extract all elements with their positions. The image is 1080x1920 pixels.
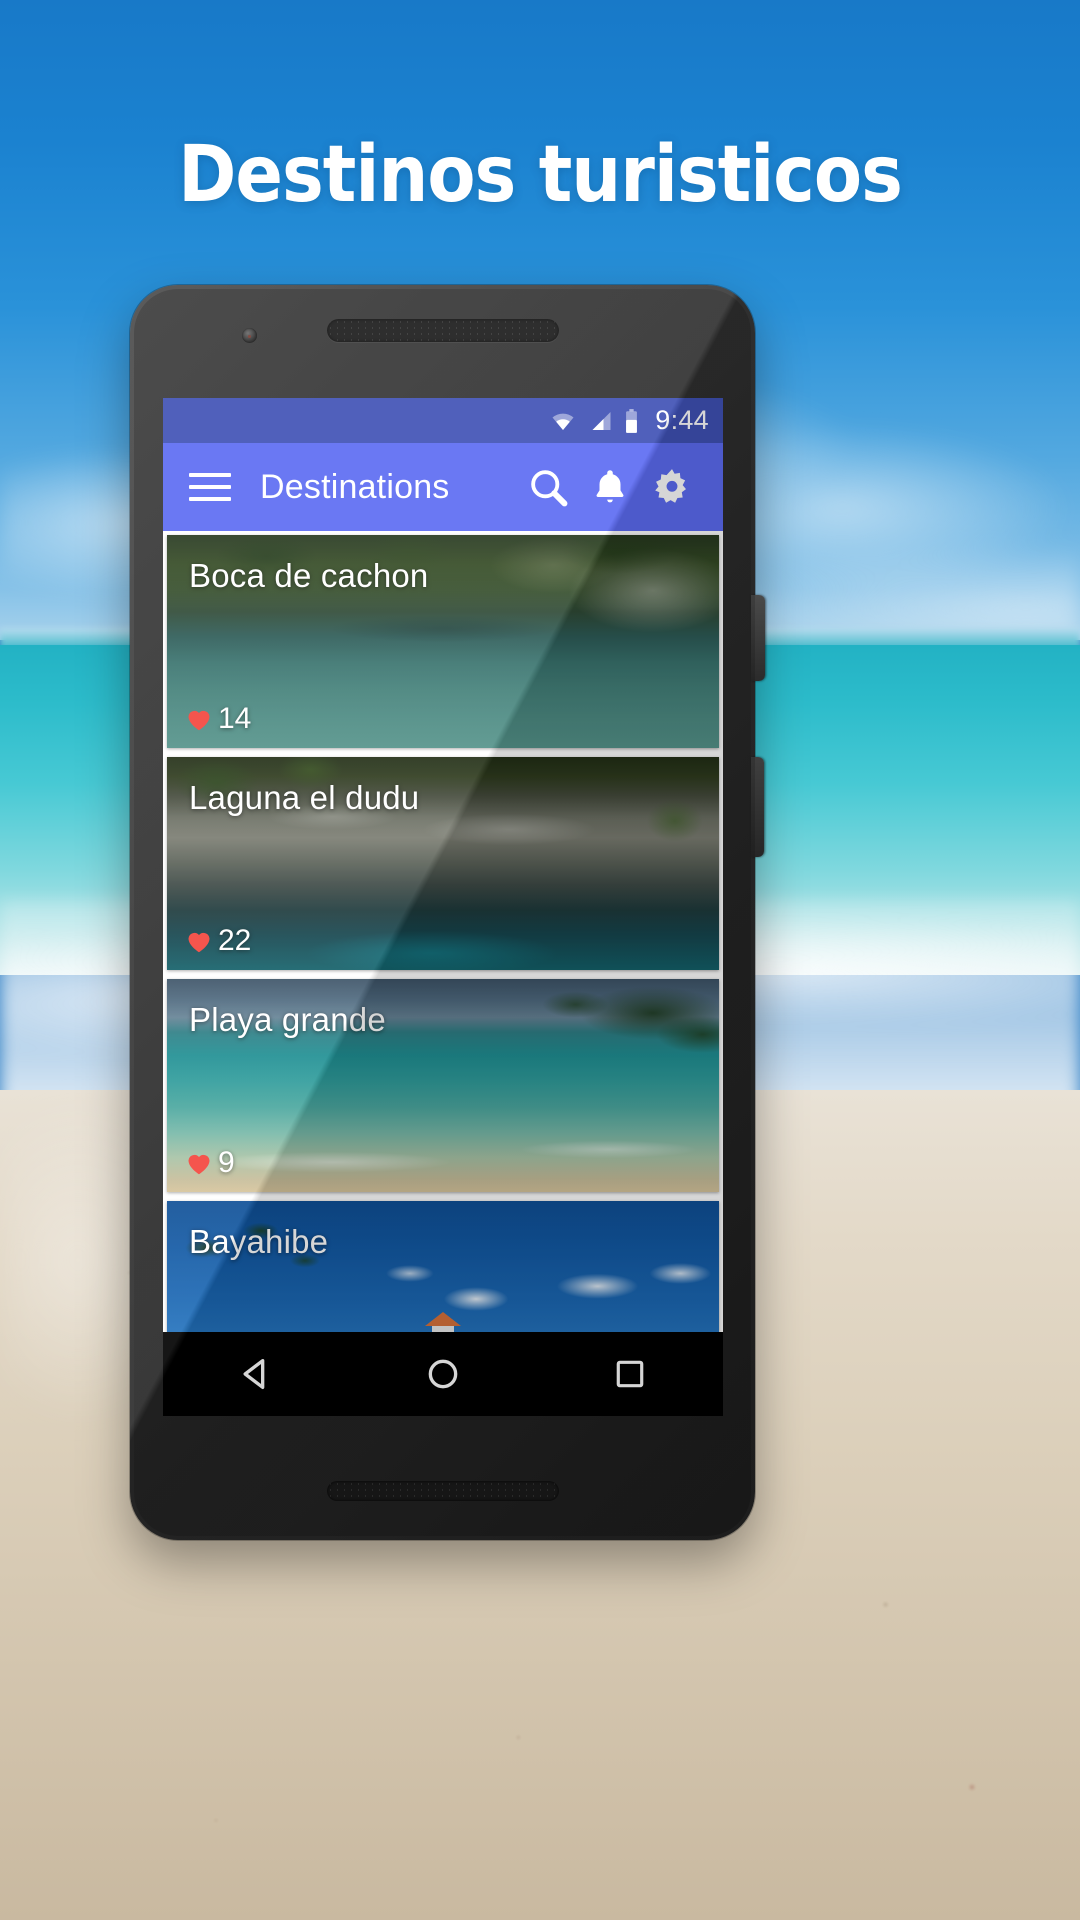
hamburger-menu-icon[interactable]: [187, 469, 233, 505]
app-bar: Destinations: [163, 443, 723, 531]
menu-line: [189, 497, 231, 501]
heart-icon[interactable]: [184, 926, 214, 956]
phone-screen: 9:44 Destinations Boca de cachon 14 Lagu…: [163, 398, 723, 1416]
search-icon[interactable]: [517, 456, 579, 518]
page-title: Destinos turisticos: [178, 130, 903, 220]
destination-title: Bayahibe: [189, 1223, 329, 1260]
phone-mockup: 9:44 Destinations Boca de cachon 14 Lagu…: [130, 285, 765, 1540]
home-circle-icon[interactable]: [398, 1344, 488, 1404]
heart-icon[interactable]: [184, 704, 214, 734]
destination-card[interactable]: Playa grande 9: [167, 979, 719, 1192]
bottom-speaker: [327, 1481, 559, 1501]
front-camera-icon: [242, 328, 257, 343]
heart-icon[interactable]: [184, 1148, 214, 1178]
battery-icon: [626, 408, 638, 433]
volume-button[interactable]: [751, 757, 764, 857]
destination-title: Laguna el dudu: [189, 779, 420, 816]
back-triangle-icon[interactable]: [211, 1344, 301, 1404]
power-button[interactable]: [751, 595, 765, 681]
cell-signal-icon: [592, 411, 611, 430]
wifi-icon: [552, 413, 574, 430]
bell-icon[interactable]: [579, 456, 641, 518]
destination-card[interactable]: Boca de cachon 14: [167, 535, 719, 748]
like-count: 14: [218, 702, 252, 735]
status-bar: 9:44: [163, 398, 723, 443]
destination-title: Playa grande: [189, 1001, 386, 1038]
android-nav-bar: [163, 1332, 723, 1416]
status-bar-clock: 9:44: [655, 405, 709, 435]
like-count: 22: [218, 924, 252, 957]
destination-list[interactable]: Boca de cachon 14 Laguna el dudu 22 Play…: [163, 531, 723, 1416]
menu-line: [189, 485, 231, 489]
app-bar-title: Destinations: [260, 467, 450, 506]
menu-line: [189, 473, 231, 477]
recents-square-icon[interactable]: [585, 1344, 675, 1404]
earpiece-speaker: [327, 319, 559, 342]
like-counter[interactable]: 22: [184, 926, 251, 956]
like-count: 9: [218, 1146, 235, 1179]
like-counter[interactable]: 9: [184, 1148, 235, 1178]
gear-icon[interactable]: [641, 456, 703, 518]
like-counter[interactable]: 14: [184, 704, 251, 734]
destination-card[interactable]: Laguna el dudu 22: [167, 757, 719, 970]
destination-title: Boca de cachon: [189, 557, 429, 594]
